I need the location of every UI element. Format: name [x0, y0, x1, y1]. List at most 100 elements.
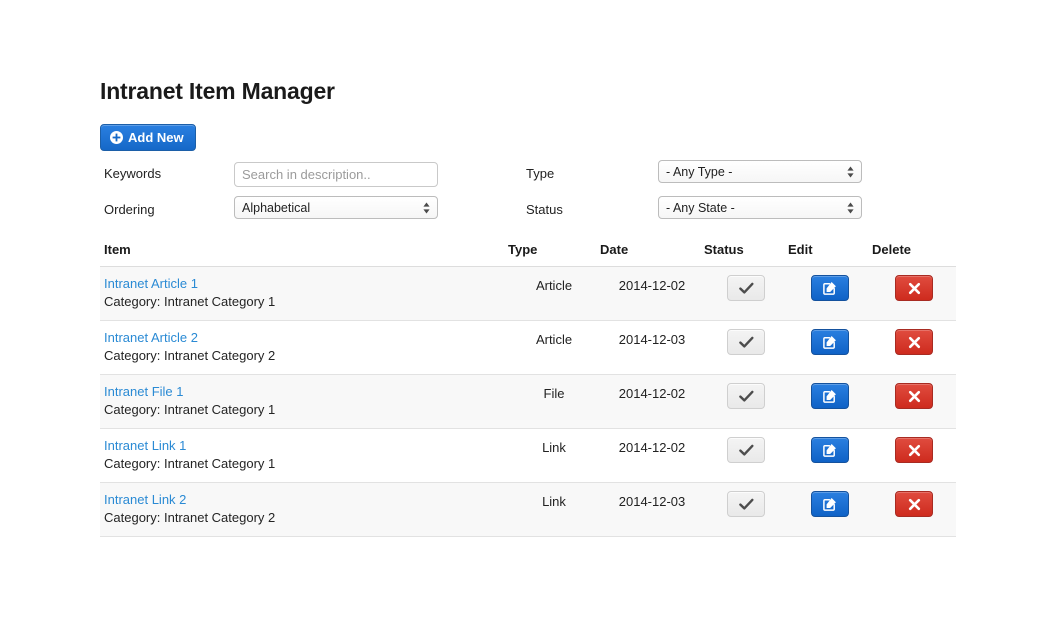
cell-delete	[872, 428, 956, 483]
item-link[interactable]: Intranet File 1	[104, 384, 508, 400]
check-icon	[738, 498, 754, 511]
pencil-square-icon	[823, 443, 837, 457]
cell-type: Article	[508, 266, 600, 321]
cell-status	[704, 482, 788, 537]
edit-button[interactable]	[811, 275, 849, 301]
pencil-square-icon	[823, 497, 837, 511]
ordering-select-value: Alphabetical	[242, 200, 311, 215]
cell-edit	[788, 482, 872, 537]
pencil-square-icon	[823, 281, 837, 295]
column-header-item[interactable]: Item	[100, 242, 508, 267]
table-head: Item Type Date Status Edit Delete	[100, 242, 956, 267]
cell-item: Intranet File 1 Category: Intranet Categ…	[100, 374, 508, 429]
cell-delete	[872, 482, 956, 537]
status-toggle-button[interactable]	[727, 437, 765, 463]
cell-delete	[872, 374, 956, 429]
search-input[interactable]	[234, 162, 438, 187]
delete-button[interactable]	[895, 383, 933, 409]
cell-type: Article	[508, 320, 600, 375]
cell-type: Link	[508, 428, 600, 483]
type-label: Type	[526, 166, 555, 181]
stepper-arrows-icon	[846, 201, 855, 215]
add-new-label: Add New	[128, 130, 184, 145]
stepper-arrows-icon	[846, 165, 855, 179]
x-icon	[908, 390, 921, 403]
ordering-select[interactable]: Alphabetical	[234, 196, 438, 219]
cell-date: 2014-12-03	[600, 482, 704, 537]
cell-delete	[872, 320, 956, 375]
cell-status	[704, 320, 788, 375]
status-toggle-button[interactable]	[727, 329, 765, 355]
cell-delete	[872, 266, 956, 321]
edit-button[interactable]	[811, 491, 849, 517]
delete-button[interactable]	[895, 437, 933, 463]
table-row: Intranet Link 2 Category: Intranet Categ…	[100, 482, 956, 537]
status-label: Status	[526, 202, 563, 217]
cell-edit	[788, 320, 872, 375]
table-row: Intranet Link 1 Category: Intranet Categ…	[100, 428, 956, 483]
cell-type: Link	[508, 482, 600, 537]
keywords-label: Keywords	[104, 166, 162, 181]
item-link[interactable]: Intranet Article 1	[104, 276, 508, 292]
items-table: Item Type Date Status Edit Delete Intran…	[100, 242, 956, 537]
item-category: Category: Intranet Category 2	[104, 348, 276, 363]
status-toggle-button[interactable]	[727, 383, 765, 409]
status-select-value: - Any State -	[666, 200, 735, 215]
status-toggle-button[interactable]	[727, 275, 765, 301]
item-category: Category: Intranet Category 1	[104, 294, 276, 309]
cell-edit	[788, 374, 872, 429]
item-link[interactable]: Intranet Link 2	[104, 492, 508, 508]
plus-circle-icon	[110, 131, 123, 144]
x-icon	[908, 282, 921, 295]
table-row: Intranet File 1 Category: Intranet Categ…	[100, 374, 956, 429]
column-header-status[interactable]: Status	[704, 242, 788, 267]
cell-item: Intranet Link 2 Category: Intranet Categ…	[100, 482, 508, 537]
cell-date: 2014-12-02	[600, 428, 704, 483]
cell-date: 2014-12-03	[600, 320, 704, 375]
check-icon	[738, 390, 754, 403]
cell-status	[704, 428, 788, 483]
page-title: Intranet Item Manager	[100, 78, 335, 104]
item-link[interactable]: Intranet Article 2	[104, 330, 508, 346]
table-row: Intranet Article 2 Category: Intranet Ca…	[100, 320, 956, 375]
delete-button[interactable]	[895, 329, 933, 355]
x-icon	[908, 444, 921, 457]
ordering-label: Ordering	[104, 202, 155, 217]
cell-type: File	[508, 374, 600, 429]
item-link[interactable]: Intranet Link 1	[104, 438, 508, 454]
check-icon	[738, 336, 754, 349]
type-select-value: - Any Type -	[666, 164, 733, 179]
stepper-arrows-icon	[422, 201, 431, 215]
app-page: Intranet Item Manager Add New Keywords O…	[0, 0, 1046, 624]
x-icon	[908, 336, 921, 349]
filter-bar: Keywords Ordering Alphabetical Type - An…	[100, 160, 956, 224]
delete-button[interactable]	[895, 491, 933, 517]
add-new-button[interactable]: Add New	[100, 124, 196, 151]
pencil-square-icon	[823, 389, 837, 403]
table-header-row: Item Type Date Status Edit Delete	[100, 242, 956, 267]
check-icon	[738, 282, 754, 295]
column-header-type[interactable]: Type	[508, 242, 600, 267]
type-select[interactable]: - Any Type -	[658, 160, 862, 183]
cell-status	[704, 266, 788, 321]
item-category: Category: Intranet Category 2	[104, 510, 276, 525]
delete-button[interactable]	[895, 275, 933, 301]
cell-item: Intranet Article 2 Category: Intranet Ca…	[100, 320, 508, 375]
edit-button[interactable]	[811, 383, 849, 409]
edit-button[interactable]	[811, 329, 849, 355]
cell-date: 2014-12-02	[600, 266, 704, 321]
status-toggle-button[interactable]	[727, 491, 765, 517]
item-category: Category: Intranet Category 1	[104, 402, 276, 417]
pencil-square-icon	[823, 335, 837, 349]
cell-item: Intranet Link 1 Category: Intranet Categ…	[100, 428, 508, 483]
table-row: Intranet Article 1 Category: Intranet Ca…	[100, 266, 956, 321]
x-icon	[908, 498, 921, 511]
cell-edit	[788, 428, 872, 483]
item-category: Category: Intranet Category 1	[104, 456, 276, 471]
column-header-edit: Edit	[788, 242, 872, 267]
cell-status	[704, 374, 788, 429]
edit-button[interactable]	[811, 437, 849, 463]
status-select[interactable]: - Any State -	[658, 196, 862, 219]
cell-date: 2014-12-02	[600, 374, 704, 429]
column-header-date[interactable]: Date	[600, 242, 704, 267]
